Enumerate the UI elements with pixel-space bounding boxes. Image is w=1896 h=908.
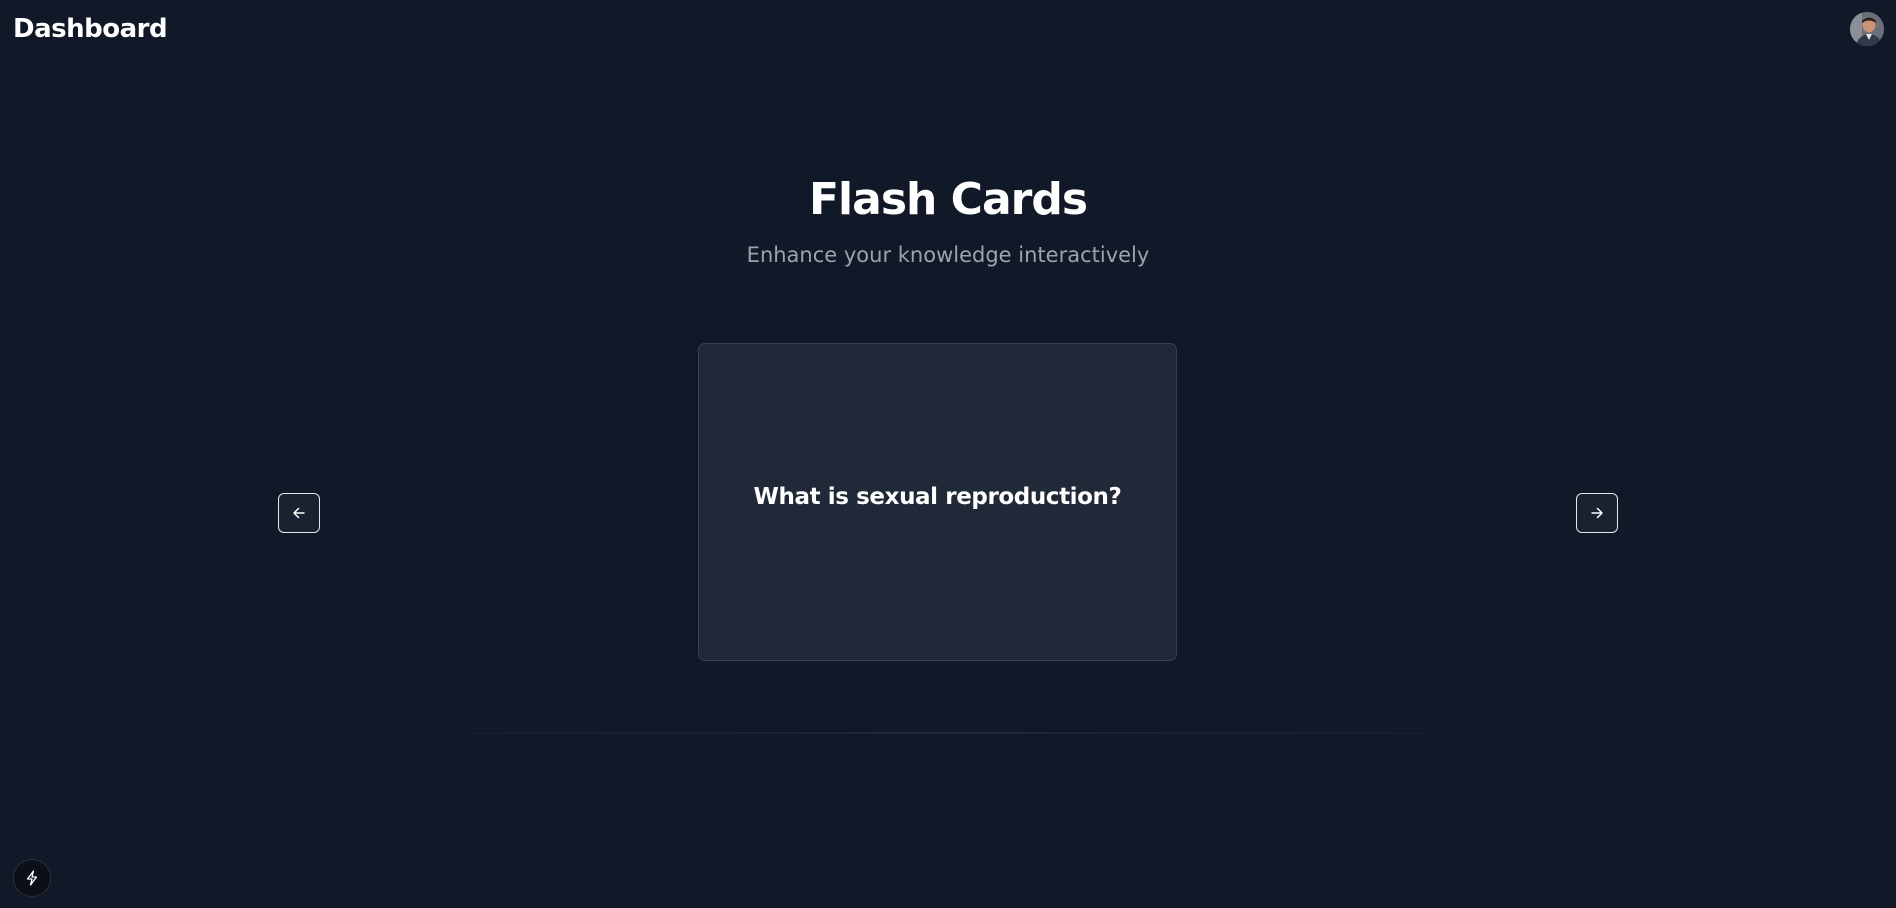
flash-card[interactable]: What is sexual reproduction? <box>698 343 1177 661</box>
card-question: What is sexual reproduction? <box>753 484 1122 510</box>
previous-card-button[interactable] <box>278 493 320 533</box>
arrow-right-icon <box>1591 507 1603 519</box>
dev-tools-button[interactable] <box>13 859 51 897</box>
page-subtitle: Enhance your knowledge interactively <box>746 243 1150 267</box>
page: Dashboard Flash Cards Enhance your knowl… <box>0 0 1896 908</box>
user-avatar[interactable] <box>1850 12 1884 46</box>
arrow-left-icon <box>293 507 305 519</box>
next-card-button[interactable] <box>1576 493 1618 533</box>
bolt-icon <box>26 870 38 886</box>
avatar-icon <box>1850 12 1884 46</box>
page-title: Flash Cards <box>808 174 1088 225</box>
page-header-title: Dashboard <box>13 14 168 44</box>
section-divider <box>300 732 1596 734</box>
